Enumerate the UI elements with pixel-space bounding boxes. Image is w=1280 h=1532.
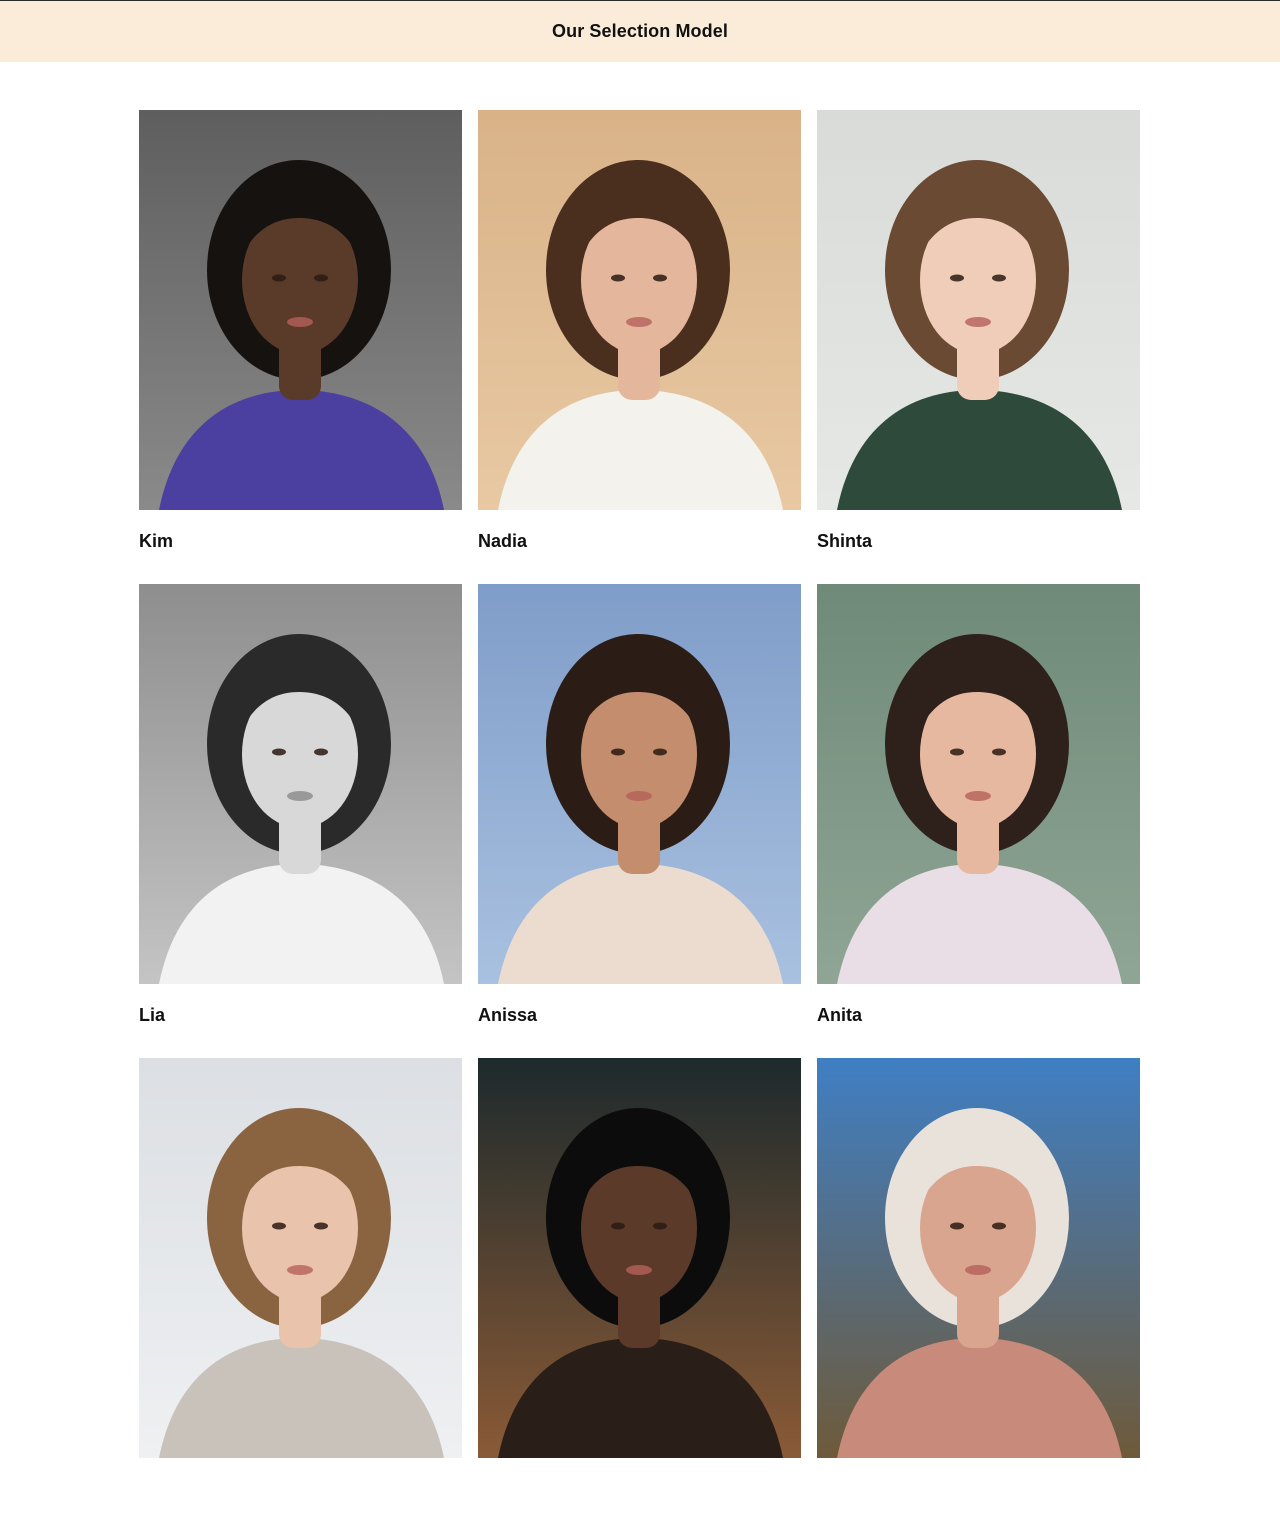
model-card-kim[interactable]: Kim: [139, 110, 462, 584]
model-card[interactable]: [478, 1058, 801, 1532]
portrait-image: [139, 1058, 462, 1458]
model-name[interactable]: Nadia: [478, 530, 801, 552]
model-photo[interactable]: [478, 110, 801, 510]
model-card-lia[interactable]: Lia: [139, 584, 462, 1058]
model-photo[interactable]: [139, 584, 462, 984]
model-photo[interactable]: [817, 584, 1140, 984]
portrait-image: [478, 110, 801, 510]
portrait-image: [817, 584, 1140, 984]
model-card-anissa[interactable]: Anissa: [478, 584, 801, 1058]
portrait-image: [817, 1058, 1140, 1458]
model-name[interactable]: Anissa: [478, 1004, 801, 1026]
model-name[interactable]: Shinta: [817, 530, 1140, 552]
model-photo[interactable]: [817, 110, 1140, 510]
model-card-anita[interactable]: Anita: [817, 584, 1140, 1058]
model-card[interactable]: [139, 1058, 462, 1532]
model-photo[interactable]: [139, 1058, 462, 1458]
model-card[interactable]: [817, 1058, 1140, 1532]
model-grid: Kim Nadia Shinta Lia Anissa Anita: [139, 110, 1140, 1532]
portrait-image: [139, 110, 462, 510]
model-name[interactable]: Kim: [139, 530, 462, 552]
model-card-nadia[interactable]: Nadia: [478, 110, 801, 584]
model-photo[interactable]: [139, 110, 462, 510]
portrait-image: [478, 1058, 801, 1458]
model-card-shinta[interactable]: Shinta: [817, 110, 1140, 584]
portrait-image: [478, 584, 801, 984]
model-name[interactable]: Lia: [139, 1004, 462, 1026]
model-photo[interactable]: [478, 1058, 801, 1458]
model-photo[interactable]: [478, 584, 801, 984]
portrait-image: [817, 110, 1140, 510]
page-title: Our Selection Model: [552, 21, 728, 41]
model-photo[interactable]: [817, 1058, 1140, 1458]
model-name[interactable]: Anita: [817, 1004, 1140, 1026]
portrait-image: [139, 584, 462, 984]
page-header: Our Selection Model: [0, 1, 1280, 62]
